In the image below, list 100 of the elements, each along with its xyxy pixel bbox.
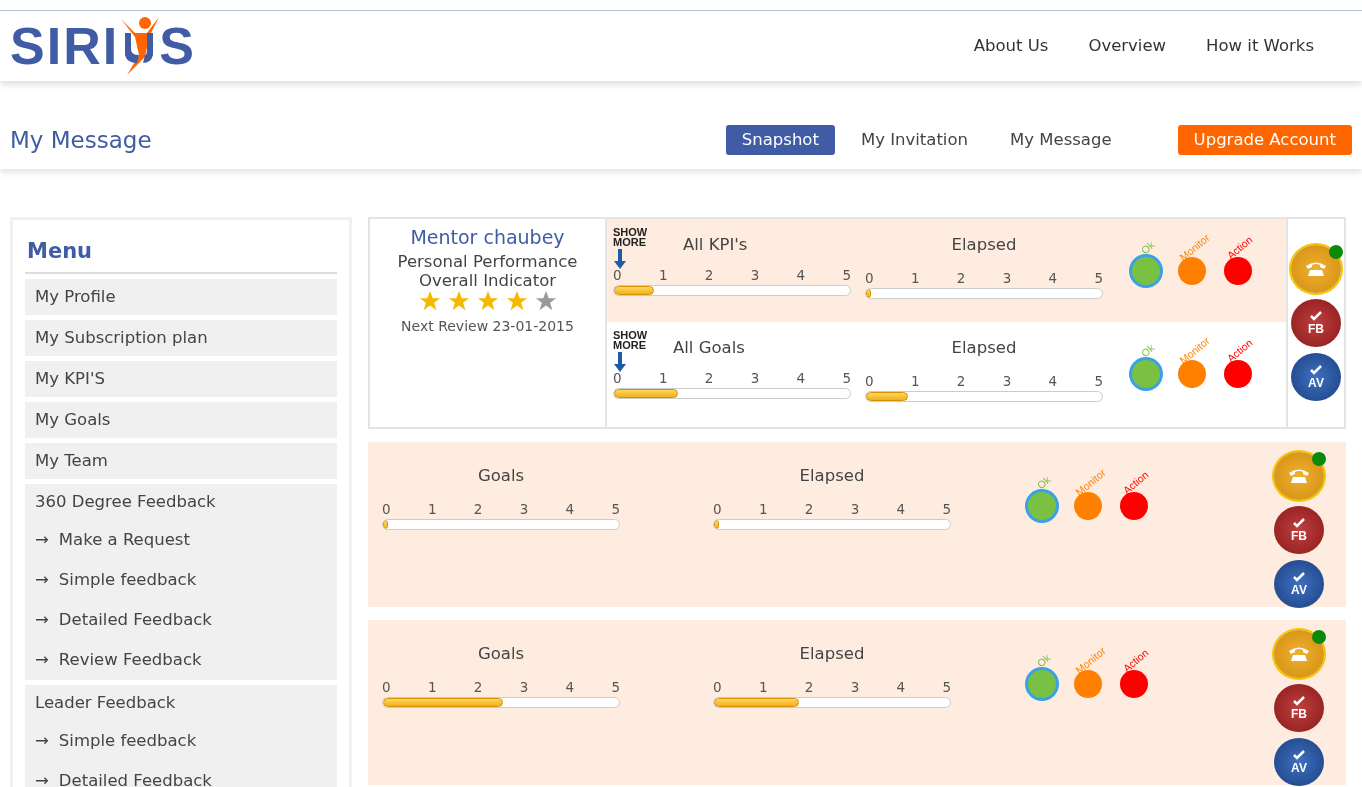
action-button[interactable]: FB <box>1274 506 1324 554</box>
tick-label: 1 <box>910 268 920 288</box>
status-label: Ok <box>1034 472 1055 494</box>
status-label: Ok <box>1034 650 1055 672</box>
tab[interactable]: Snapshot <box>725 124 835 156</box>
tick-label: 3 <box>1002 371 1012 391</box>
submenu-item[interactable]: → Review Feedback <box>25 639 337 680</box>
logo-text: S <box>159 20 196 72</box>
tick-label: 2 <box>704 266 714 285</box>
submenu-item[interactable]: → Simple feedback <box>25 720 337 761</box>
show-more-link[interactable]: SHOW MORE <box>613 227 655 247</box>
tick-label: 1 <box>758 677 768 697</box>
submenu-label: Review Feedback <box>58 648 202 671</box>
submenu-label: Simple feedback <box>58 729 197 752</box>
tick-label: 2 <box>704 369 714 388</box>
logo-text: SIRI <box>10 20 120 72</box>
tick-label: 4 <box>565 677 575 697</box>
tick-label: 5 <box>1094 371 1103 391</box>
action-button[interactable]: FB <box>1274 684 1324 732</box>
phone-icon <box>1288 468 1310 484</box>
tick-label: 4 <box>896 499 906 519</box>
check-icon <box>1293 518 1305 528</box>
scale-label: Elapsed <box>951 234 1017 256</box>
tick-label: 0 <box>613 369 622 388</box>
tick-label: 3 <box>750 266 760 285</box>
tick-label: 2 <box>473 677 483 697</box>
check-icon <box>1310 365 1322 375</box>
tick-label: 3 <box>519 677 529 697</box>
arrow-icon: → <box>35 528 49 551</box>
status-label: Ok <box>1138 340 1159 362</box>
tick-label: 4 <box>1048 268 1058 288</box>
star-icon <box>505 289 528 312</box>
tick-label: 2 <box>473 499 483 519</box>
submenu-item[interactable]: → Make a Request <box>25 519 337 560</box>
submenu-item[interactable]: → Simple feedback <box>25 559 337 600</box>
menu-item[interactable]: 360 Degree Feedback <box>25 483 337 520</box>
action-button[interactable]: FB <box>1291 299 1341 347</box>
tick-label: 2 <box>956 371 966 391</box>
menu-item[interactable]: My Goals <box>25 401 337 438</box>
submenu-label: Simple feedback <box>58 568 197 591</box>
action-button[interactable]: AV <box>1274 738 1324 786</box>
subtitle-text: Overall Indicator <box>417 270 558 290</box>
tick-label: 0 <box>713 677 722 697</box>
tick-label: 1 <box>658 266 668 285</box>
scale-label: Goals <box>477 465 525 487</box>
scale-label: Elapsed <box>799 643 865 665</box>
show-more-link[interactable]: SHOW MORE <box>613 330 655 350</box>
tick-label: 3 <box>519 499 529 519</box>
scale-label: All KPI's <box>683 234 748 256</box>
submenu-item[interactable]: → Detailed Feedback <box>25 599 337 640</box>
nav-link[interactable]: About Us <box>973 33 1049 59</box>
nav-link[interactable]: Overview <box>1088 33 1167 59</box>
tick-label: 4 <box>796 266 806 285</box>
star-icon <box>476 289 499 312</box>
tick-label: 4 <box>896 677 906 697</box>
menu-item[interactable]: Leader Feedback <box>25 684 337 721</box>
tick-label: 3 <box>850 677 860 697</box>
arrow-icon: → <box>35 568 49 591</box>
check-icon <box>1293 572 1305 582</box>
tick-label: 1 <box>758 499 768 519</box>
tick-label: 2 <box>956 268 966 288</box>
down-arrow-icon <box>613 249 627 269</box>
tick-label: 4 <box>565 499 575 519</box>
tick-label: 2 <box>804 677 814 697</box>
nav-link[interactable]: How it Works <box>1206 33 1314 59</box>
tick-label: 4 <box>796 369 806 388</box>
menu-item[interactable]: My Subscription plan <box>25 319 337 356</box>
star-icon <box>447 289 470 312</box>
tick-label: 0 <box>613 266 622 285</box>
tick-label: 1 <box>427 499 437 519</box>
scale-label: Elapsed <box>799 465 865 487</box>
tick-label: 3 <box>750 369 760 388</box>
submenu-label: Detailed Feedback <box>58 769 212 787</box>
menu-item[interactable]: My Team <box>25 442 337 479</box>
menu-title: Menu <box>25 230 337 274</box>
call-button[interactable] <box>1274 630 1324 678</box>
tick-label: 5 <box>611 677 620 697</box>
call-button[interactable] <box>1291 245 1341 293</box>
tab[interactable]: My Message <box>994 124 1128 156</box>
menu-item[interactable]: My KPI'S <box>25 360 337 397</box>
submenu-label: Detailed Feedback <box>58 608 212 631</box>
check-icon <box>1293 750 1305 760</box>
menu-item[interactable]: My Profile <box>25 278 337 315</box>
submenu-item[interactable]: → Detailed Feedback <box>25 760 337 787</box>
action-button[interactable]: AV <box>1274 560 1324 608</box>
arrow-icon: → <box>35 729 49 752</box>
person-logo-icon <box>119 15 160 77</box>
star-icon <box>418 289 441 312</box>
call-button[interactable] <box>1274 452 1324 500</box>
check-icon <box>1310 311 1322 321</box>
page-title: My Message <box>10 125 152 155</box>
tick-label: 1 <box>910 371 920 391</box>
next-review-text: Next Review 23-01-2015 <box>400 316 575 336</box>
subtitle-text: Personal Performance <box>396 251 579 271</box>
tick-label: 4 <box>1048 371 1058 391</box>
tab[interactable]: My Invitation <box>844 124 984 156</box>
tick-label: 0 <box>382 677 391 697</box>
action-button[interactable]: AV <box>1291 353 1341 401</box>
check-icon <box>1293 696 1305 706</box>
mentor-name: Mentor chaubey <box>409 225 566 250</box>
